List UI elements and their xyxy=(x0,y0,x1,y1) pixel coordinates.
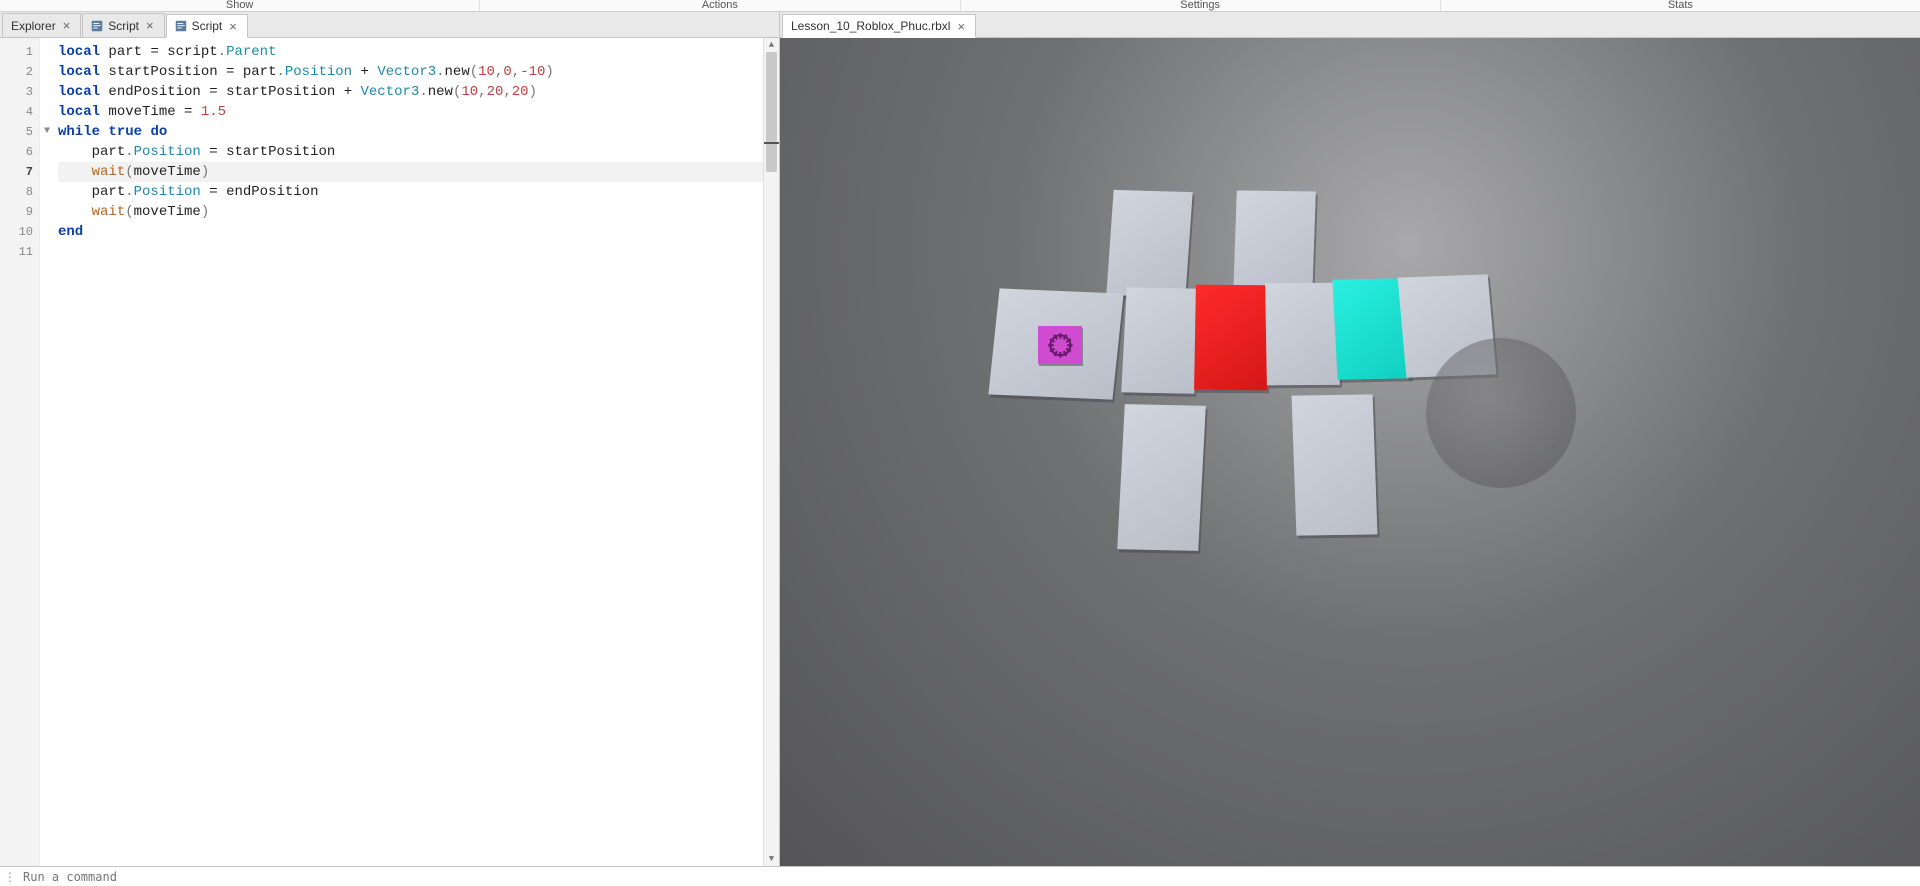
platform-red[interactable] xyxy=(1194,285,1269,391)
code-line[interactable]: local startPosition = part.Position + Ve… xyxy=(58,62,779,82)
code-line[interactable]: end xyxy=(58,222,779,242)
tab-label: Explorer xyxy=(11,19,56,33)
platform-gray[interactable] xyxy=(1233,190,1316,296)
code-line[interactable]: part.Position = startPosition xyxy=(58,142,779,162)
code-line[interactable]: local moveTime = 1.5 xyxy=(58,102,779,122)
platform-gray[interactable] xyxy=(1265,283,1340,386)
tab-explorer[interactable]: Explorer × xyxy=(2,13,81,37)
ribbon-group-labels: Show Actions Settings Stats xyxy=(0,0,1920,12)
ribbon-group: Actions xyxy=(480,0,960,11)
script-icon xyxy=(91,20,103,32)
close-icon[interactable]: × xyxy=(955,19,967,34)
platform-gray[interactable] xyxy=(1292,394,1378,535)
platform-gray[interactable] xyxy=(1121,287,1200,394)
fold-column[interactable]: ▼ xyxy=(40,38,54,866)
spawn-star-icon xyxy=(1045,332,1076,359)
platform-gray[interactable] xyxy=(1117,404,1206,551)
command-input[interactable] xyxy=(23,870,1920,884)
ribbon-group: Settings xyxy=(961,0,1441,11)
editor-tab-bar: Explorer × Script × Script × xyxy=(0,12,779,38)
code-line[interactable] xyxy=(58,242,779,262)
vertical-scrollbar[interactable]: ▲ ▼ xyxy=(763,38,779,866)
script-icon xyxy=(175,20,187,32)
rock-sphere[interactable] xyxy=(1426,338,1576,488)
fold-toggle-icon[interactable]: ▼ xyxy=(44,122,50,142)
close-icon[interactable]: × xyxy=(227,19,239,34)
code-line[interactable]: while true do xyxy=(58,122,779,142)
scroll-up-arrow[interactable]: ▲ xyxy=(764,38,779,52)
spawn-pad[interactable] xyxy=(1038,326,1082,364)
code-line[interactable]: local part = script.Parent xyxy=(58,42,779,62)
viewport-tab-bar: Lesson_10_Roblox_Phuc.rbxl × xyxy=(780,12,1920,38)
ribbon-group: Show xyxy=(0,0,480,11)
tab-game-file[interactable]: Lesson_10_Roblox_Phuc.rbxl × xyxy=(782,14,976,38)
code-line[interactable]: wait(moveTime) xyxy=(58,202,779,222)
scroll-down-arrow[interactable]: ▼ xyxy=(764,852,779,866)
line-number-gutter: 1234567891011 xyxy=(0,38,40,866)
game-viewport[interactable] xyxy=(780,38,1920,866)
close-icon[interactable]: × xyxy=(61,18,73,33)
code-line[interactable]: wait(moveTime) xyxy=(58,162,779,182)
scroll-thumb[interactable] xyxy=(766,52,777,172)
close-icon[interactable]: × xyxy=(144,18,156,33)
command-bar[interactable]: ⋮ xyxy=(0,866,1920,886)
code-content[interactable]: local part = script.Parentlocal startPos… xyxy=(54,38,779,866)
scroll-mark xyxy=(764,142,779,144)
code-line[interactable]: part.Position = endPosition xyxy=(58,182,779,202)
ribbon-group: Stats xyxy=(1441,0,1920,11)
grip-icon: ⋮ xyxy=(4,870,17,884)
tab-script[interactable]: Script × xyxy=(82,13,164,37)
platform-gray[interactable] xyxy=(1106,190,1192,297)
tab-label: Script xyxy=(108,19,139,33)
tab-label: Lesson_10_Roblox_Phuc.rbxl xyxy=(791,19,950,33)
tab-script[interactable]: Script × xyxy=(166,14,248,38)
tab-label: Script xyxy=(192,19,223,33)
code-line[interactable]: local endPosition = startPosition + Vect… xyxy=(58,82,779,102)
code-editor[interactable]: 1234567891011 ▼ local part = script.Pare… xyxy=(0,38,779,866)
